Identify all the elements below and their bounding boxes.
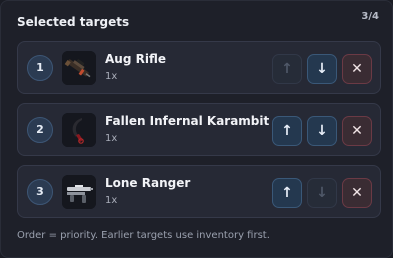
move-down-button[interactable]: ↓ — [307, 116, 337, 146]
move-up-button[interactable]: ↑ — [272, 178, 302, 208]
priority-note: Order = priority. Earlier targets use in… — [17, 230, 270, 241]
move-up-button[interactable]: ↑ — [272, 54, 302, 84]
remove-target-button[interactable]: ✕ — [342, 178, 372, 208]
remove-target-button[interactable]: ✕ — [342, 116, 372, 146]
selected-targets-panel: Selected targets 3/4 1 Aug Rifle 1x ↑ ↓ … — [0, 0, 393, 258]
arrow-up-icon: ↑ — [281, 185, 293, 201]
target-quantity: 1x — [105, 195, 118, 206]
target-row: 1 Aug Rifle 1x ↑ ↓ ✕ — [17, 41, 381, 94]
priority-number: 2 — [27, 117, 53, 143]
target-quantity: 1x — [105, 71, 118, 82]
priority-number: 3 — [27, 179, 53, 205]
target-row: 3 Lone Ranger 1x ↑ ↓ ✕ — [17, 165, 381, 218]
target-row: 2 Fallen Infernal Karambit 1x ↑ ↓ ✕ — [17, 103, 381, 156]
target-count: 3/4 — [361, 11, 379, 22]
target-quantity: 1x — [105, 133, 118, 144]
move-down-button[interactable]: ↓ — [307, 54, 337, 84]
target-name: Aug Rifle — [105, 52, 166, 66]
target-name: Fallen Infernal Karambit — [105, 114, 270, 128]
panel-title: Selected targets — [17, 15, 130, 29]
arrow-down-icon: ↓ — [316, 123, 328, 139]
arrow-up-icon: ↑ — [281, 123, 293, 139]
lone-ranger-gun-icon — [62, 175, 96, 209]
move-down-button[interactable]: ↓ — [307, 178, 337, 208]
arrow-down-icon: ↓ — [316, 61, 328, 77]
karambit-knife-icon — [62, 113, 96, 147]
close-icon: ✕ — [351, 185, 363, 201]
close-icon: ✕ — [351, 123, 363, 139]
target-name: Lone Ranger — [105, 176, 191, 190]
arrow-up-icon: ↑ — [281, 61, 293, 77]
remove-target-button[interactable]: ✕ — [342, 54, 372, 84]
aug-rifle-icon — [62, 51, 96, 85]
close-icon: ✕ — [351, 61, 363, 77]
move-up-button[interactable]: ↑ — [272, 116, 302, 146]
arrow-down-icon: ↓ — [316, 185, 328, 201]
priority-number: 1 — [27, 55, 53, 81]
